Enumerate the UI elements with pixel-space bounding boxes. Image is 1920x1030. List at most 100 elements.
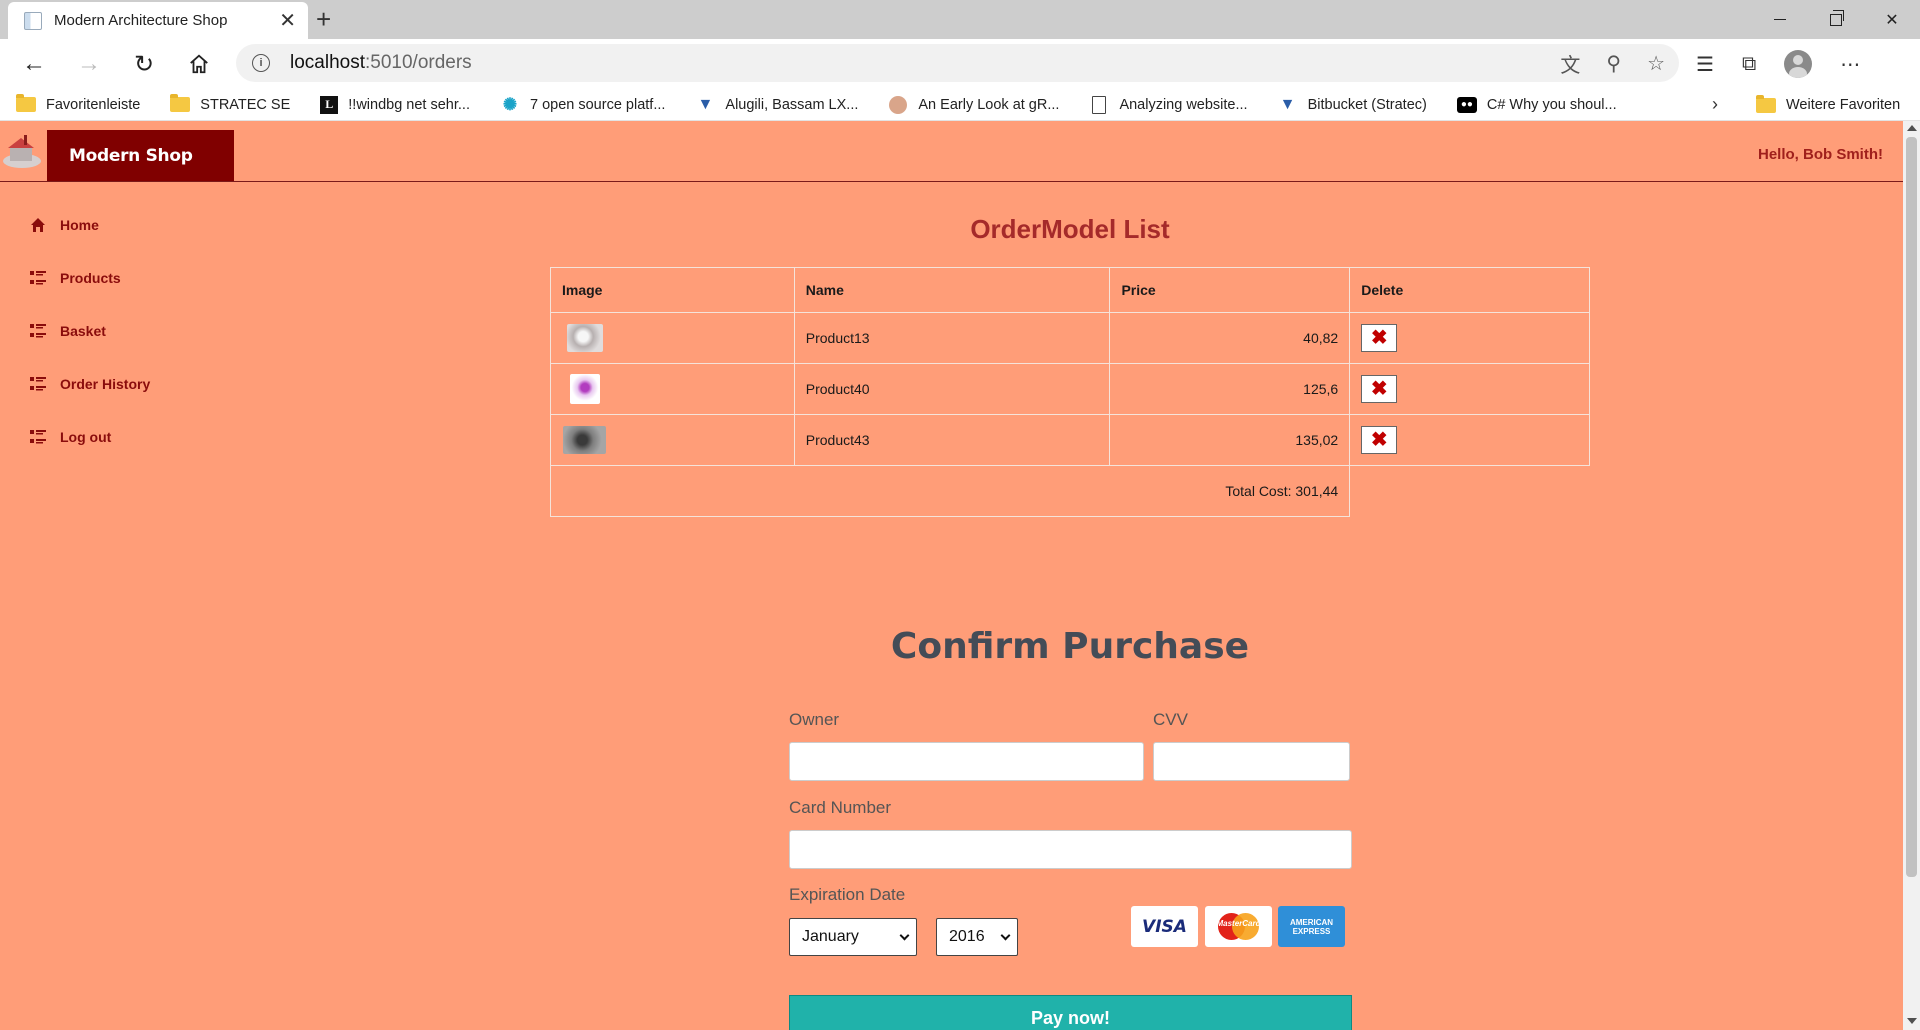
list-icon: [29, 322, 47, 340]
delete-button[interactable]: ✖: [1361, 324, 1398, 352]
refresh-icon: ↻: [133, 50, 155, 78]
close-icon: ✕: [1885, 11, 1899, 29]
address-bar-actions: 文 ⚲ ☆: [1560, 44, 1665, 82]
table-row: Product40 125,6 ✖: [550, 363, 1590, 415]
scroll-thumb[interactable]: [1906, 137, 1917, 877]
bookmark-alugili[interactable]: ▼ Alugili, Bassam LX...: [695, 96, 858, 113]
bookmark-bitbucket[interactable]: ▼ Bitbucket (Stratec): [1278, 95, 1427, 113]
sidebar-item-basket[interactable]: Basket: [29, 304, 150, 357]
owner-input[interactable]: [789, 742, 1144, 781]
close-tab-icon[interactable]: ✕: [279, 11, 296, 31]
document-icon: [1092, 95, 1107, 114]
brand-logo[interactable]: Modern Shop: [47, 130, 234, 181]
logo-icon[interactable]: [2, 133, 44, 169]
column-header-delete: Delete: [1349, 267, 1590, 313]
minimize-icon: [1774, 18, 1786, 21]
close-window-button[interactable]: ✕: [1864, 0, 1920, 39]
bookmarks-bar: Favoritenleiste STRATEC SE L !!windbg net…: [0, 89, 1920, 121]
card-number-label: Card Number: [789, 798, 892, 817]
bookmark-analyzing[interactable]: Analyzing website...: [1089, 95, 1248, 114]
arrow-left-icon: ←: [22, 50, 46, 77]
scroll-down-arrow-icon[interactable]: [1907, 1018, 1917, 1024]
product-price: 125,6: [1109, 363, 1351, 415]
user-greeting: Hello, Bob Smith!: [1758, 146, 1883, 163]
list-icon: [29, 428, 47, 446]
chevron-down-icon: [899, 930, 910, 941]
empty-cell: [1350, 466, 1590, 517]
restore-button[interactable]: [1808, 0, 1864, 39]
home-icon: [29, 216, 47, 234]
bookmark-open-source[interactable]: ✺ 7 open source platf...: [500, 95, 666, 114]
product-price: 40,82: [1109, 312, 1351, 364]
translate-icon[interactable]: 文: [1560, 49, 1580, 78]
bookmark-stratec[interactable]: STRATEC SE: [170, 94, 290, 113]
collections-icon[interactable]: ⧉: [1742, 53, 1756, 76]
delete-cell: ✖: [1349, 312, 1590, 364]
image-cell: [550, 312, 795, 364]
favorites-list-icon[interactable]: ☰: [1696, 52, 1714, 77]
expiration-year-select[interactable]: 2016: [936, 918, 1018, 956]
product-name: Product43: [793, 414, 1111, 466]
sidebar-item-log-out[interactable]: Log out: [29, 410, 150, 463]
browser-toolbar: ← → ↻ i localhost:5010/orders 文 ⚲ ☆ ☰ ⧉ …: [0, 39, 1920, 89]
delete-cell: ✖: [1349, 414, 1590, 466]
more-menu-icon[interactable]: ⋯: [1840, 52, 1860, 77]
sidebar-item-products[interactable]: Products: [29, 251, 150, 304]
favorite-star-icon[interactable]: ☆: [1647, 51, 1665, 76]
close-x-icon: ✖: [1370, 378, 1388, 400]
close-x-icon: ✖: [1370, 327, 1388, 349]
sidebar-item-label: Products: [60, 269, 121, 286]
address-bar[interactable]: i localhost:5010/orders 文 ⚲ ☆: [236, 44, 1679, 82]
card-number-input[interactable]: [789, 830, 1352, 869]
owner-label: Owner: [789, 710, 840, 729]
browser-tab[interactable]: Modern Architecture Shop ✕: [8, 2, 308, 39]
info-icon[interactable]: i: [252, 54, 270, 72]
scroll-up-arrow-icon[interactable]: [1907, 125, 1917, 131]
sidebar-item-label: Home: [60, 216, 99, 233]
expiration-month-select[interactable]: January: [789, 918, 917, 956]
image-cell: [550, 414, 795, 466]
chevron-right-icon[interactable]: ›: [1712, 94, 1718, 115]
table-row: Product43 135,02 ✖: [550, 414, 1590, 466]
product-thumbnail: [567, 324, 603, 352]
page-scrollbar[interactable]: [1903, 121, 1920, 1030]
tab-title: Modern Architecture Shop: [54, 12, 228, 29]
bookmark-csharp[interactable]: ●● C# Why you shoul...: [1456, 96, 1617, 113]
url-host: localhost: [290, 52, 365, 73]
table-row: Product13 40,82 ✖: [550, 312, 1590, 364]
product-thumbnail: [570, 374, 600, 404]
browser-titlebar: Modern Architecture Shop ✕ + ✕: [0, 0, 1920, 39]
delete-cell: ✖: [1349, 363, 1590, 415]
new-tab-icon[interactable]: +: [316, 4, 331, 35]
folder-icon: [170, 94, 191, 112]
total-row: Total Cost: 301,44: [549, 465, 1590, 517]
url-path: :5010/orders: [365, 52, 472, 73]
bookmark-favoritenleiste[interactable]: Favoritenleiste: [16, 94, 140, 113]
minimize-button[interactable]: [1752, 0, 1808, 39]
confirm-purchase-title: Confirm Purchase: [890, 626, 1250, 667]
forward-button[interactable]: →: [67, 39, 111, 89]
sidebar-item-home[interactable]: Home: [29, 198, 150, 251]
restore-icon: [1830, 9, 1844, 26]
cvv-input[interactable]: [1153, 742, 1350, 781]
chevron-down-icon: [1000, 930, 1011, 941]
zoom-icon[interactable]: ⚲: [1606, 51, 1621, 76]
sidebar-item-label: Log out: [60, 428, 112, 445]
bookmark-windbg[interactable]: L !!windbg net sehr...: [320, 95, 470, 114]
window-controls: ✕: [1752, 0, 1920, 39]
profile-avatar-icon[interactable]: [1784, 50, 1813, 78]
table-header-row: Image Name Price Delete: [550, 267, 1590, 313]
product-name: Product40: [793, 363, 1111, 415]
refresh-button[interactable]: ↻: [122, 39, 166, 89]
pay-now-button[interactable]: Pay now!: [789, 995, 1352, 1030]
bookmark-more-favorites[interactable]: Weitere Favoriten: [1756, 89, 1900, 121]
delete-button[interactable]: ✖: [1361, 375, 1398, 403]
sidebar-item-label: Basket: [60, 322, 106, 339]
page-content: Modern Shop Hello, Bob Smith! Home Produ…: [0, 121, 1920, 1030]
delete-button[interactable]: ✖: [1361, 426, 1398, 454]
bookmark-grpc[interactable]: An Early Look at gR...: [888, 95, 1059, 114]
home-button[interactable]: [177, 39, 221, 89]
bitbucket-icon: ▼: [1279, 95, 1296, 113]
back-button[interactable]: ←: [12, 39, 56, 89]
sidebar-item-order-history[interactable]: Order History: [29, 357, 150, 410]
